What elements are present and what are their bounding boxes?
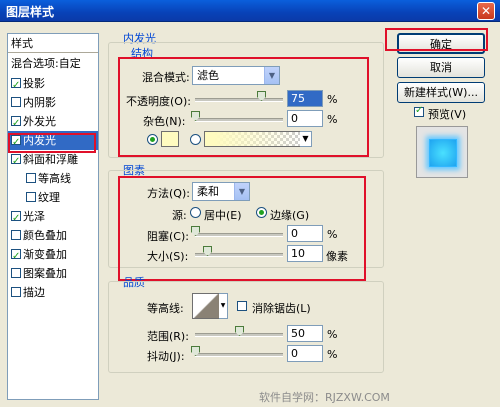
sidebar-item[interactable]: 描边 <box>8 283 98 302</box>
gradient-radio[interactable] <box>190 134 201 145</box>
method-dropdown[interactable]: 柔和 ▼ <box>192 182 250 201</box>
sidebar-item[interactable]: 内阴影 <box>8 93 98 112</box>
chevron-down-icon: ▼ <box>234 183 249 200</box>
sidebar-item[interactable]: 颜色叠加 <box>8 226 98 245</box>
contour-label: 等高线: <box>147 302 184 315</box>
sidebar-item-checkbox[interactable] <box>26 173 36 183</box>
new-style-button[interactable]: 新建样式(W)... <box>397 82 485 103</box>
opacity-slider-track[interactable] <box>195 98 283 102</box>
noise-input[interactable]: 0 <box>287 110 323 127</box>
preview-label[interactable]: 预览(V) <box>428 106 466 122</box>
sidebar-item-label: 光泽 <box>23 210 45 223</box>
solid-color-radio[interactable] <box>147 134 158 145</box>
chevron-down-icon: ▼ <box>300 132 311 146</box>
method-value: 柔和 <box>197 185 219 198</box>
choke-unit: % <box>327 228 338 241</box>
sidebar-item[interactable]: 图案叠加 <box>8 264 98 283</box>
opacity-label: 不透明度(O): <box>126 95 191 108</box>
sidebar-item-label: 外发光 <box>23 115 56 128</box>
sidebar-item-checkbox[interactable] <box>11 97 21 107</box>
size-unit: 像素 <box>326 250 348 263</box>
sidebar-item-checkbox[interactable] <box>11 76 21 95</box>
opacity-unit: % <box>327 93 338 106</box>
antialias-checkbox[interactable] <box>237 301 247 311</box>
chevron-down-icon: ▼ <box>264 67 279 84</box>
blend-mode-dropdown[interactable]: 滤色 ▼ <box>192 66 280 85</box>
contour-dropdown[interactable]: ▼ <box>219 293 228 319</box>
sidebar-item-label: 颜色叠加 <box>23 229 67 242</box>
choke-input[interactable]: 0 <box>287 225 323 242</box>
sidebar-item-label: 内发光 <box>23 134 56 147</box>
sidebar-item-checkbox[interactable] <box>11 209 21 228</box>
title-bar: 图层样式 ✕ <box>0 0 500 22</box>
sidebar-item-checkbox[interactable] <box>11 133 21 152</box>
blend-options-item[interactable]: 混合选项:自定 <box>8 54 98 73</box>
sidebar-item-label: 渐变叠加 <box>23 248 67 261</box>
window-title: 图层样式 <box>6 5 55 19</box>
size-label: 大小(S): <box>147 250 189 263</box>
sidebar-item-checkbox[interactable] <box>11 152 21 171</box>
choke-slider-track[interactable] <box>195 233 283 237</box>
jitter-label: 抖动(J): <box>147 350 185 363</box>
styles-list: 样式 混合选项:自定 投影内阴影外发光内发光斜面和浮雕等高线纹理光泽颜色叠加渐变… <box>7 33 99 400</box>
sidebar-item-checkbox[interactable] <box>11 114 21 133</box>
source-edge-radio[interactable] <box>256 207 267 218</box>
sidebar-item-label: 投影 <box>23 77 45 90</box>
range-input[interactable]: 50 <box>287 325 323 342</box>
watermark: 软件自学网：RJZXW.COM <box>259 391 390 404</box>
gradient-picker[interactable] <box>204 131 304 147</box>
sidebar-item[interactable]: 渐变叠加 <box>8 245 98 266</box>
contour-preview[interactable] <box>192 293 220 319</box>
sidebar-item[interactable]: 光泽 <box>8 207 98 228</box>
close-icon[interactable]: ✕ <box>477 2 495 20</box>
noise-slider-track[interactable] <box>195 118 283 122</box>
choke-label: 阻塞(C): <box>147 230 189 243</box>
structure-legend: 结构 <box>129 45 155 61</box>
sidebar-item-label: 斜面和浮雕 <box>23 153 78 166</box>
source-label: 源: <box>172 209 187 222</box>
cancel-button[interactable]: 取消 <box>397 57 485 78</box>
sidebar-item-label: 内阴影 <box>23 96 56 109</box>
style-preview <box>416 126 468 178</box>
styles-header[interactable]: 样式 <box>8 34 98 53</box>
source-center-radio[interactable] <box>190 207 201 218</box>
sidebar-item[interactable]: 外发光 <box>8 112 98 133</box>
ok-button[interactable]: 确定 <box>397 33 485 54</box>
sidebar-item-checkbox[interactable] <box>26 192 36 202</box>
preview-checkbox[interactable] <box>414 105 424 117</box>
sidebar-item-label: 等高线 <box>38 172 71 185</box>
chevron-down-icon: ▼ <box>219 294 227 318</box>
sidebar-item[interactable]: 投影 <box>8 74 98 95</box>
glow-color-swatch[interactable] <box>161 131 179 147</box>
range-label: 范围(R): <box>147 330 189 343</box>
sidebar-item[interactable]: 内发光 <box>8 131 98 152</box>
jitter-unit: % <box>327 348 338 361</box>
sidebar-item[interactable]: 等高线 <box>8 169 98 188</box>
noise-label: 杂色(N): <box>143 115 186 128</box>
sidebar-item[interactable]: 纹理 <box>8 188 98 207</box>
sidebar-item-label: 描边 <box>23 286 45 299</box>
jitter-input[interactable]: 0 <box>287 345 323 362</box>
method-label: 方法(Q): <box>147 187 190 200</box>
blend-mode-value: 滤色 <box>197 69 219 82</box>
preview-swatch <box>429 139 457 167</box>
gradient-dropdown[interactable]: ▼ <box>300 131 312 147</box>
source-center-label[interactable]: 居中(E) <box>204 207 242 223</box>
sidebar-item-checkbox[interactable] <box>11 268 21 278</box>
source-edge-label[interactable]: 边缘(G) <box>270 207 309 223</box>
size-input[interactable]: 10 <box>287 245 323 262</box>
blend-mode-label: 混合模式: <box>142 71 190 84</box>
sidebar-item-checkbox[interactable] <box>11 230 21 240</box>
sidebar-item-label: 图案叠加 <box>23 267 67 280</box>
antialias-label[interactable]: 消除锯齿(L) <box>252 300 311 316</box>
opacity-input[interactable]: 75 <box>287 90 323 107</box>
sidebar-item-checkbox[interactable] <box>11 247 21 266</box>
sidebar-item[interactable]: 斜面和浮雕 <box>8 150 98 171</box>
sidebar-item-checkbox[interactable] <box>11 287 21 297</box>
range-unit: % <box>327 328 338 341</box>
sidebar-item-label: 纹理 <box>38 191 60 204</box>
jitter-slider-track[interactable] <box>195 353 283 357</box>
noise-unit: % <box>327 113 338 126</box>
